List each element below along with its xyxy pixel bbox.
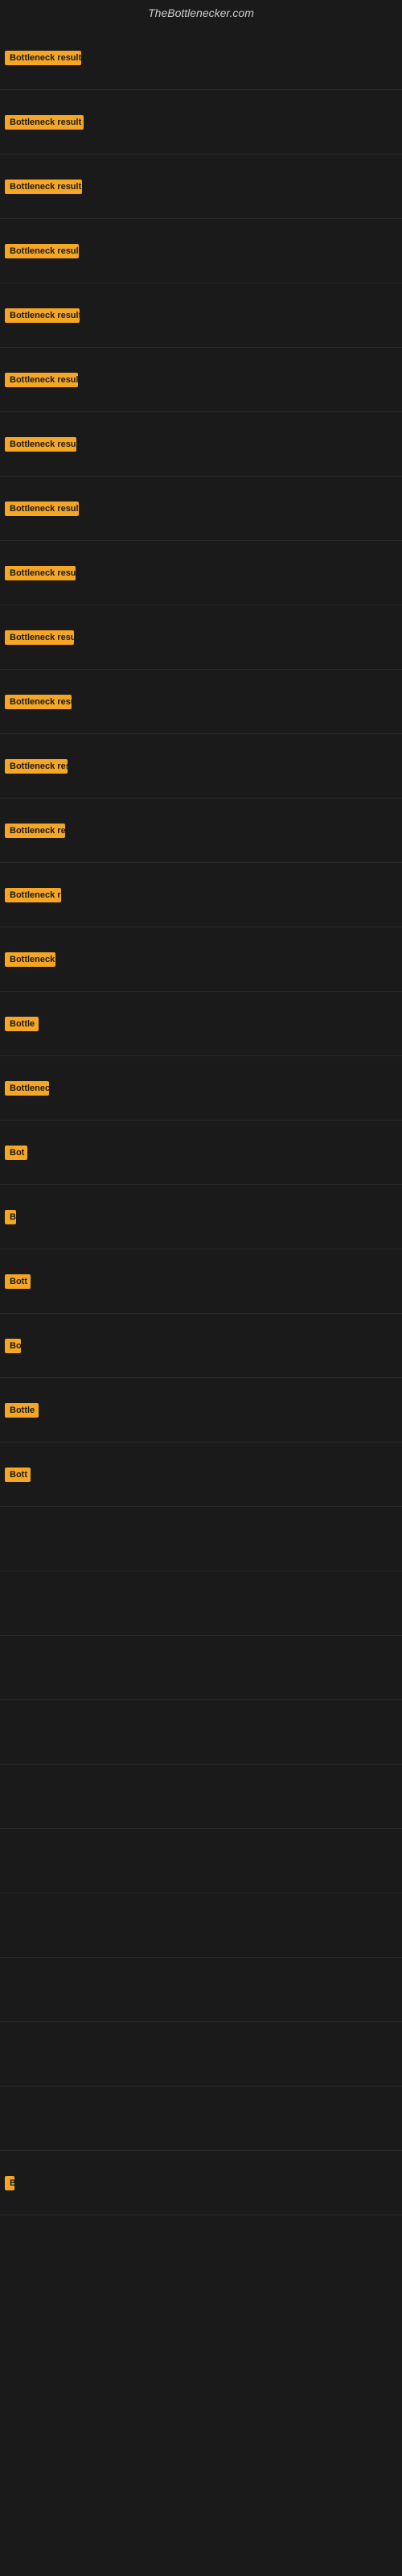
bottleneck-badge: Bott (5, 1274, 31, 1289)
list-item (0, 2022, 402, 2087)
list-item: Bo (0, 1314, 402, 1378)
bottleneck-badge: Bottleneck res (5, 759, 68, 774)
list-item (0, 1829, 402, 1893)
list-item (0, 1893, 402, 1958)
list-item: Bottleneck result (0, 348, 402, 412)
list-item: Bottleneck result (0, 219, 402, 283)
list-item (0, 1958, 402, 2022)
list-item: Bottleneck result (0, 605, 402, 670)
list-item: Bottle (0, 992, 402, 1056)
list-item: Bottleneck result (0, 90, 402, 155)
list-item: Bottle (0, 1378, 402, 1443)
bottleneck-badge: B (5, 2176, 14, 2190)
list-item: Bottleneck result (0, 26, 402, 90)
list-item: B (0, 2151, 402, 2215)
list-item (0, 1571, 402, 1636)
bottleneck-badge: Bottleneck result (5, 51, 81, 65)
bottleneck-badge: Bottleneck result (5, 566, 76, 580)
bottleneck-badge: Bottleneck res (5, 824, 65, 838)
list-item: Bott (0, 1249, 402, 1314)
list-item: Bot (0, 1121, 402, 1185)
bottleneck-badge: Bottleneck result (5, 373, 78, 387)
bottleneck-badge: Bottleneck res (5, 888, 61, 902)
list-item (0, 1765, 402, 1829)
bottleneck-badge: Bottleneck result (5, 695, 72, 709)
list-item: Bottleneck result (0, 283, 402, 348)
list-item (0, 1507, 402, 1571)
bottleneck-badge: Bottleneck result (5, 437, 76, 452)
list-item: Bottleneck result (0, 477, 402, 541)
list-item: Bottleneck result (0, 155, 402, 219)
list-item (0, 2087, 402, 2151)
bottleneck-badge: Bottle (5, 1017, 39, 1031)
list-item: Bottleneck result (0, 412, 402, 477)
bottleneck-badge: Bot (5, 1146, 27, 1160)
list-item: Bottleneck (0, 927, 402, 992)
list-item: Bott (0, 1443, 402, 1507)
bottleneck-badge: Bo (5, 1339, 21, 1353)
list-item: Bottlenec (0, 1056, 402, 1121)
bottleneck-badge: Bottleneck result (5, 180, 82, 194)
list-item (0, 1636, 402, 1700)
bottleneck-badge: Bottlenec (5, 1081, 49, 1096)
bottleneck-badge: Bottleneck result (5, 308, 80, 323)
bottleneck-badge: Bottleneck result (5, 630, 74, 645)
bottleneck-badge: Bottleneck result (5, 502, 79, 516)
list-item: Bottleneck res (0, 799, 402, 863)
list-item: Bottleneck result (0, 670, 402, 734)
list-item: Bottleneck res (0, 863, 402, 927)
bottleneck-badge: Bottleneck result (5, 244, 79, 258)
bottleneck-badge: Bottleneck (5, 952, 55, 967)
bottleneck-badge: Bott (5, 1468, 31, 1482)
bottleneck-badge: B (5, 1210, 16, 1224)
list-item: Bottleneck result (0, 541, 402, 605)
bottleneck-badge: Bottle (5, 1403, 39, 1418)
list-item: B (0, 1185, 402, 1249)
bottleneck-badge: Bottleneck result (5, 115, 84, 130)
site-title: TheBottlenecker.com (0, 0, 402, 26)
list-item: Bottleneck res (0, 734, 402, 799)
list-item (0, 1700, 402, 1765)
